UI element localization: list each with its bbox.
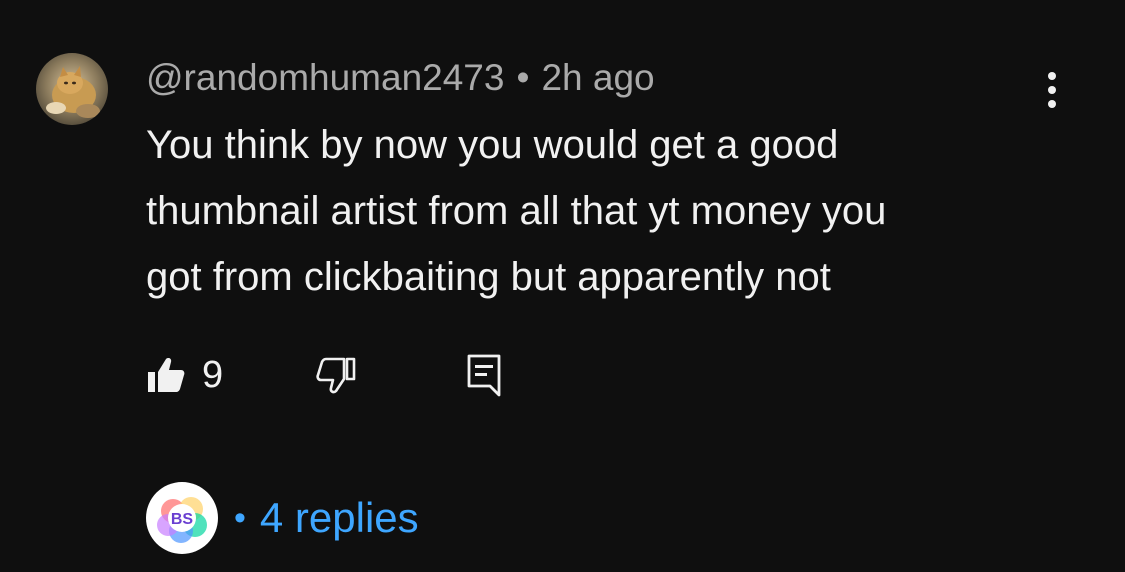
like-count: 9 (202, 353, 224, 396)
creator-avatar: BS (146, 482, 218, 554)
comment-time[interactable]: 2h ago (541, 57, 654, 98)
reply-button[interactable] (466, 350, 502, 400)
more-vertical-icon (1048, 72, 1056, 108)
comment-header: @randomhuman2473 • 2h ago (146, 56, 655, 100)
comment-text: You think by now you would get a good th… (146, 123, 887, 299)
replies-row[interactable]: BS • 4 replies (146, 482, 419, 554)
replies-separator: • (234, 498, 246, 537)
dislike-button[interactable] (316, 350, 356, 400)
like-button[interactable]: 9 (146, 350, 223, 400)
author-avatar[interactable] (36, 53, 108, 125)
view-replies-link[interactable]: • 4 replies (234, 494, 419, 542)
replies-count-label: 4 replies (259, 494, 419, 541)
comment-menu-button[interactable] (1030, 68, 1074, 112)
reply-comment-icon (467, 354, 501, 397)
creator-logo-icon: BS (157, 497, 207, 543)
header-separator: • (516, 57, 530, 98)
thumbs-down-icon (316, 357, 356, 394)
creator-logo-text: BS (171, 511, 194, 528)
cat-photo-avatar-icon (36, 53, 108, 125)
thumbs-up-icon (148, 358, 185, 392)
author-name[interactable]: @randomhuman2473 (146, 57, 504, 98)
